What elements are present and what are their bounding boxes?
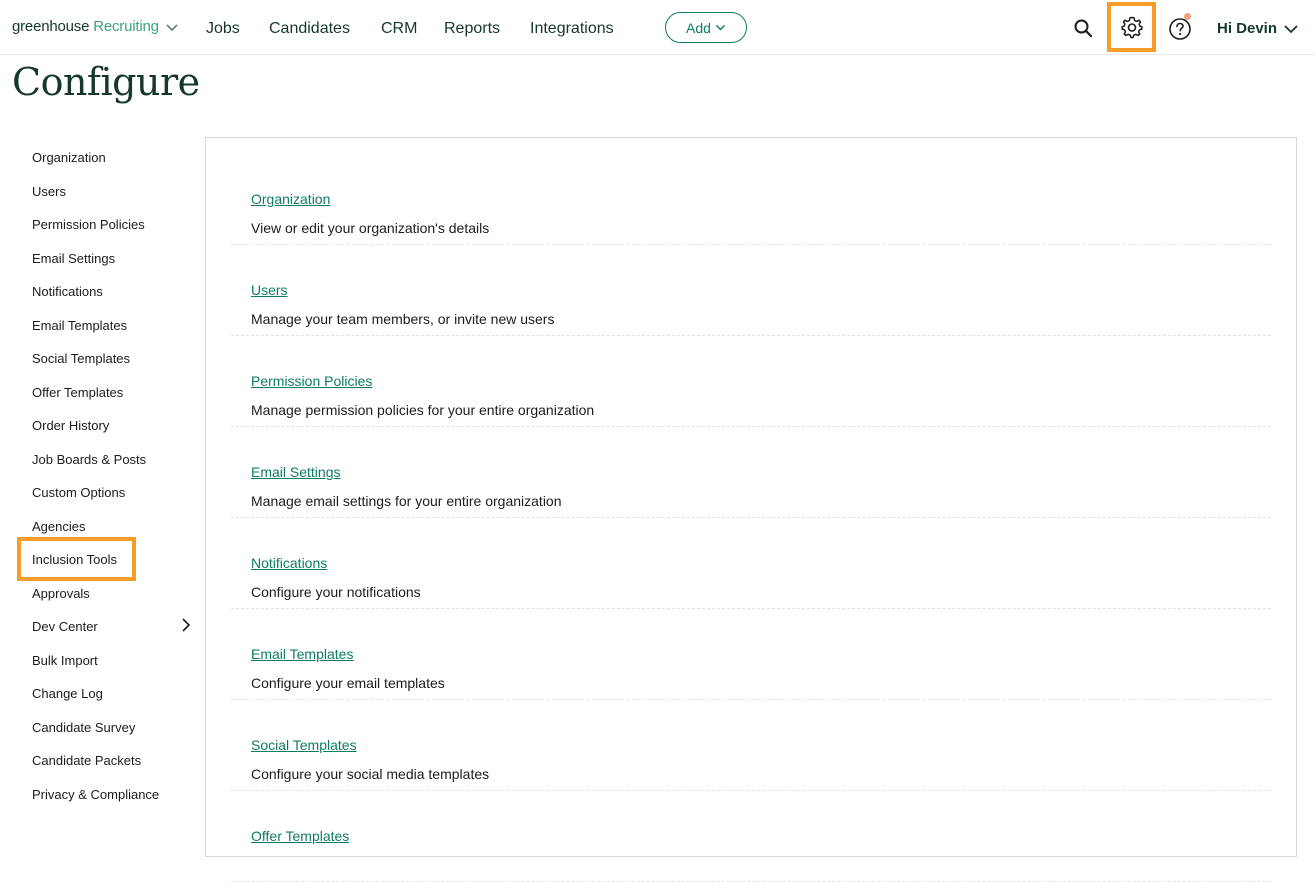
users-link[interactable]: Users bbox=[251, 282, 288, 298]
settings-button[interactable] bbox=[1107, 2, 1156, 52]
sidebar-item-job-boards-posts[interactable]: Job Boards & Posts bbox=[32, 452, 146, 468]
sidebar-item-candidate-packets[interactable]: Candidate Packets bbox=[32, 753, 141, 769]
gear-icon bbox=[1120, 16, 1143, 39]
sidebar-item-offer-templates[interactable]: Offer Templates bbox=[32, 385, 123, 401]
sidebar-item-notifications[interactable]: Notifications bbox=[32, 284, 103, 300]
social-templates-description: Configure your social media templates bbox=[251, 766, 490, 782]
users-description: Manage your team members, or invite new … bbox=[251, 311, 555, 327]
list-item: Organization View or edit your organizat… bbox=[231, 153, 1271, 245]
chevron-down-icon bbox=[715, 24, 725, 31]
page-title: Configure bbox=[12, 60, 200, 104]
sidebar-item-approvals[interactable]: Approvals bbox=[32, 586, 90, 602]
notifications-link[interactable]: Notifications bbox=[251, 555, 327, 571]
nav-crm[interactable]: CRM bbox=[381, 20, 417, 38]
nav-integrations[interactable]: Integrations bbox=[530, 20, 614, 38]
list-item: Users Manage your team members, or invit… bbox=[231, 244, 1271, 336]
user-menu[interactable]: Hi Devin bbox=[1217, 20, 1299, 37]
configure-panel: Organization View or edit your organizat… bbox=[205, 137, 1297, 882]
sidebar-item-candidate-survey[interactable]: Candidate Survey bbox=[32, 720, 135, 736]
notification-dot bbox=[1184, 13, 1191, 20]
nav-candidates[interactable]: Candidates bbox=[269, 20, 350, 38]
search-button[interactable] bbox=[1071, 16, 1095, 40]
list-item: Email Settings Manage email settings for… bbox=[231, 426, 1271, 518]
sidebar-item-order-history[interactable]: Order History bbox=[32, 418, 109, 434]
sidebar-item-social-templates[interactable]: Social Templates bbox=[32, 351, 130, 367]
email-templates-link[interactable]: Email Templates bbox=[251, 646, 353, 662]
chevron-right-icon[interactable] bbox=[180, 618, 192, 632]
sidebar-item-change-log[interactable]: Change Log bbox=[32, 686, 103, 702]
logo-brand: greenhouse bbox=[12, 18, 90, 35]
sidebar-item-users[interactable]: Users bbox=[32, 184, 66, 200]
add-button[interactable]: Add bbox=[665, 12, 747, 43]
chevron-down-icon bbox=[166, 23, 178, 31]
chevron-down-icon bbox=[1284, 24, 1298, 33]
offer-templates-link[interactable]: Offer Templates bbox=[251, 828, 349, 844]
logo-product: Recruiting bbox=[93, 18, 159, 35]
sidebar-item-permission-policies[interactable]: Permission Policies bbox=[32, 217, 145, 233]
greenhouse-logo[interactable]: greenhouse Recruiting bbox=[12, 18, 179, 35]
sidebar-item-agencies[interactable]: Agencies bbox=[32, 519, 85, 535]
nav-jobs[interactable]: Jobs bbox=[206, 20, 240, 38]
organization-description: View or edit your organization's details bbox=[251, 220, 490, 236]
permission-policies-link[interactable]: Permission Policies bbox=[251, 373, 372, 389]
email-templates-description: Configure your email templates bbox=[251, 675, 445, 691]
notifications-description: Configure your notifications bbox=[251, 584, 421, 600]
organization-link[interactable]: Organization bbox=[251, 191, 330, 207]
list-item: Permission Policies Manage permission po… bbox=[231, 335, 1271, 427]
list-item: Notifications Configure your notificatio… bbox=[231, 517, 1271, 609]
email-settings-description: Manage email settings for your entire or… bbox=[251, 493, 562, 509]
email-settings-link[interactable]: Email Settings bbox=[251, 464, 340, 480]
sidebar-item-organization[interactable]: Organization bbox=[32, 150, 106, 166]
list-item: Offer Templates bbox=[231, 790, 1271, 882]
user-greeting: Hi Devin bbox=[1217, 20, 1278, 37]
list-item: Social Templates Configure your social m… bbox=[231, 699, 1271, 791]
help-button[interactable] bbox=[1167, 16, 1193, 42]
search-icon bbox=[1074, 19, 1093, 38]
sidebar-item-bulk-import[interactable]: Bulk Import bbox=[32, 653, 98, 669]
nav-reports[interactable]: Reports bbox=[444, 20, 500, 38]
list-item: Email Templates Configure your email tem… bbox=[231, 608, 1271, 700]
permission-policies-description: Manage permission policies for your enti… bbox=[251, 402, 595, 418]
help-icon bbox=[1169, 18, 1191, 40]
sidebar-item-custom-options[interactable]: Custom Options bbox=[32, 485, 125, 501]
social-templates-link[interactable]: Social Templates bbox=[251, 737, 357, 753]
sidebar-item-email-settings[interactable]: Email Settings bbox=[32, 251, 115, 267]
top-navigation-bar: greenhouse Recruiting Jobs Candidates CR… bbox=[0, 0, 1315, 55]
sidebar-item-privacy-compliance[interactable]: Privacy & Compliance bbox=[32, 787, 159, 803]
sidebar-item-dev-center[interactable]: Dev Center bbox=[32, 619, 98, 635]
inclusion-tools-highlight bbox=[17, 537, 136, 581]
sidebar-item-email-templates[interactable]: Email Templates bbox=[32, 318, 127, 334]
add-button-label: Add bbox=[686, 19, 711, 36]
